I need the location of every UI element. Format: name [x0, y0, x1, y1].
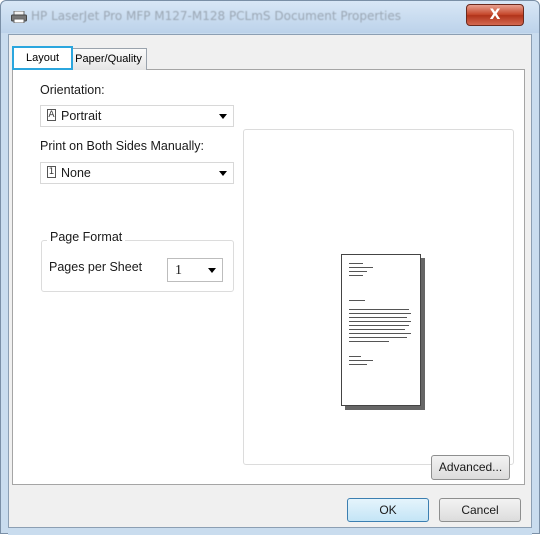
portrait-page-icon: A [47, 109, 56, 121]
tab-paper-quality[interactable]: Paper/Quality [70, 48, 147, 70]
chevron-down-icon [208, 268, 216, 273]
single-side-page-icon: 1 [47, 166, 56, 178]
close-button[interactable]: X [466, 4, 524, 26]
tab-layout[interactable]: Layout [12, 46, 73, 70]
duplex-value: None [61, 166, 91, 180]
layout-tab-panel: Orientation: A Portrait Print on Both Si… [12, 69, 525, 485]
chevron-down-icon [219, 171, 227, 176]
pages-per-sheet-value: 1 [175, 263, 182, 278]
window-title: HP LaserJet Pro MFP M127-M128 PCLmS Docu… [31, 9, 401, 23]
close-icon: X [489, 7, 501, 23]
cancel-button[interactable]: Cancel [439, 498, 521, 522]
advanced-button[interactable]: Advanced... [431, 455, 510, 480]
pages-per-sheet-select[interactable]: 1 [167, 258, 223, 282]
duplex-label: Print on Both Sides Manually: [40, 139, 204, 153]
duplex-select[interactable]: 1 None [40, 162, 234, 184]
chevron-down-icon [219, 114, 227, 119]
orientation-value: Portrait [61, 109, 102, 123]
dialog-client-area: Layout Paper/Quality Orientation: A Port… [8, 34, 532, 528]
preview-page [341, 254, 421, 406]
title-bar[interactable]: HP LaserJet Pro MFP M127-M128 PCLmS Docu… [1, 1, 539, 33]
ok-button[interactable]: OK [347, 498, 429, 522]
printer-icon [11, 11, 27, 23]
document-properties-window: HP LaserJet Pro MFP M127-M128 PCLmS Docu… [0, 0, 540, 535]
pages-per-sheet-label: Pages per Sheet [49, 260, 143, 274]
page-format-title: Page Format [47, 230, 126, 244]
orientation-label: Orientation: [40, 83, 105, 97]
orientation-select[interactable]: A Portrait [40, 105, 234, 127]
